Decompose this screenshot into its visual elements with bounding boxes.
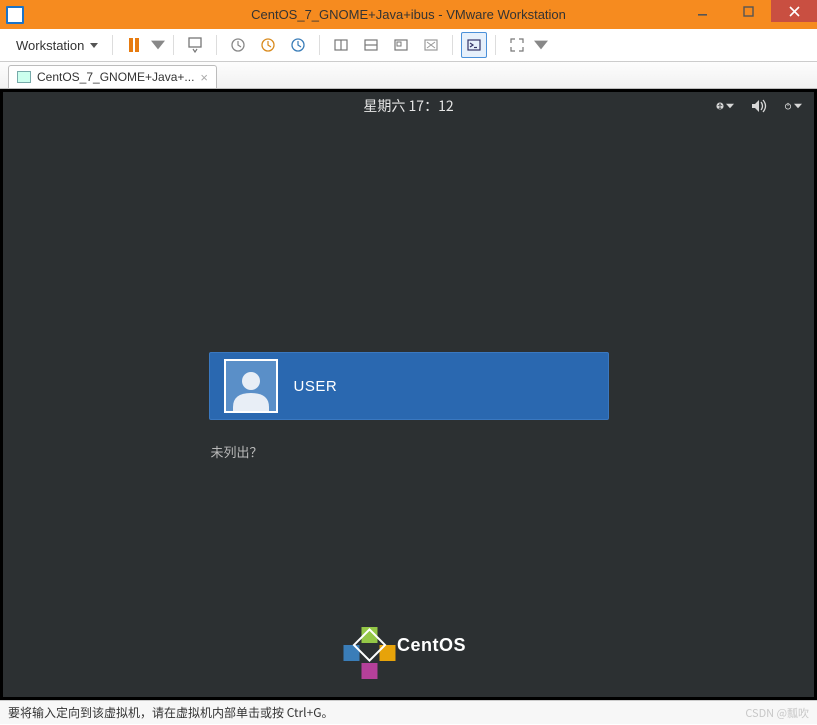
maximize-button[interactable] [725,0,771,22]
toolbar-separator [173,35,174,55]
view-unity-button[interactable] [388,32,414,58]
vm-tab-icon [17,71,31,83]
pause-icon [129,38,139,52]
fullscreen-icon [509,37,525,53]
main-toolbar: Workstation [0,29,817,62]
chevron-down-icon [151,37,165,53]
volume-icon [750,97,768,115]
unity-icon [393,37,409,53]
pause-vm-button[interactable] [121,32,147,58]
window-titlebar: CentOS_7_GNOME+Java+ibus - VMware Workst… [0,0,817,29]
fullscreen-button[interactable] [504,32,530,58]
workstation-menu-label: Workstation [16,38,84,53]
console-icon [466,37,482,53]
snapshot-take-button[interactable] [225,32,251,58]
not-listed-link[interactable]: 未列出？ [209,442,609,461]
gdm-clock: 星期六 17：12 [363,96,453,116]
volume-menu[interactable] [750,97,768,115]
gdm-top-right [716,92,802,120]
view-exclusive-button[interactable] [418,32,444,58]
view-console-button[interactable] [461,32,487,58]
send-ctrl-alt-del-button[interactable] [182,32,208,58]
statusbar-hint: 要将输入定向到该虚拟机，请在虚拟机内部单击或按 Ctrl+G。 [8,704,334,721]
view-sidebyside-button[interactable] [328,32,354,58]
close-button[interactable] [771,0,817,22]
keyboard-send-icon [187,37,203,53]
workstation-menu[interactable]: Workstation [10,35,104,56]
user-avatar-icon [229,367,273,411]
guest-display-frame: 星期六 17：12 [0,89,817,700]
clock-icon [230,37,246,53]
view-stacked-button[interactable] [358,32,384,58]
avatar [224,359,278,413]
minimize-button[interactable] [679,0,725,22]
centos-brand: CentOS [351,627,466,663]
vm-tab[interactable]: CentOS_7_GNOME+Java+... × [8,65,217,88]
accessibility-menu[interactable] [716,97,734,115]
tab-close-button[interactable]: × [200,70,208,85]
statusbar: 要将输入定向到该虚拟机，请在虚拟机内部单击或按 Ctrl+G。 CSDN @瓢吹 [0,700,817,724]
guest-display[interactable]: 星期六 17：12 [3,92,814,697]
gdm-login-area: USER 未列出？ [209,352,609,461]
toolbar-separator [216,35,217,55]
chevron-down-icon [794,97,802,115]
user-name-label: USER [294,378,338,395]
toolbar-separator [452,35,453,55]
gdm-top-bar: 星期六 17：12 [3,92,814,120]
power-menu[interactable] [784,97,802,115]
toolbar-separator [112,35,113,55]
window-title: CentOS_7_GNOME+Java+ibus - VMware Workst… [251,7,566,22]
clock-manager-icon [290,37,306,53]
vm-tab-label: CentOS_7_GNOME+Java+... [37,70,194,84]
chevron-down-icon [534,37,548,53]
chevron-down-icon [90,43,98,48]
fullscreen-menu-button[interactable] [534,32,548,58]
power-icon [784,97,792,115]
toolbar-separator [495,35,496,55]
split-vertical-icon [333,37,349,53]
toolbar-separator [319,35,320,55]
vmware-app-icon [6,6,24,24]
snapshot-manager-button[interactable] [285,32,311,58]
pause-menu-button[interactable] [151,32,165,58]
user-card[interactable]: USER [209,352,609,420]
exclusive-icon [423,37,439,53]
snapshot-revert-button[interactable] [255,32,281,58]
centos-logo-icon [351,627,387,663]
centos-brand-text: CentOS [397,635,466,656]
split-horizontal-icon [363,37,379,53]
clock-revert-icon [260,37,276,53]
chevron-down-icon [726,97,734,115]
accessibility-icon [716,97,724,115]
vm-tabstrip: CentOS_7_GNOME+Java+... × [0,62,817,89]
window-controls [679,0,817,22]
watermark: CSDN @瓢吹 [745,705,809,721]
